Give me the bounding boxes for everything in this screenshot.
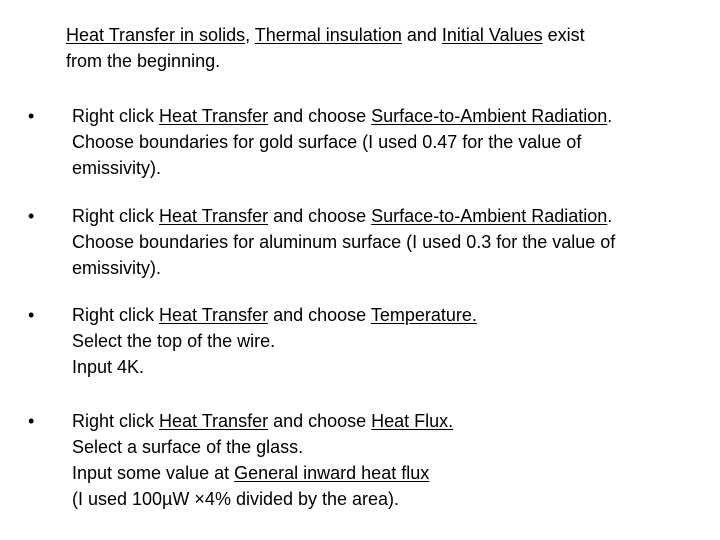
text-segment: Input 4K.: [72, 357, 145, 377]
underlined-term: Surface-to-Ambient Radiation: [371, 106, 608, 126]
text-segment: exist: [542, 25, 585, 45]
bullet-body: Right click Heat Transfer and choose Hea…: [72, 408, 698, 512]
underlined-term: Surface-to-Ambient Radiation: [371, 206, 608, 226]
bullet-line-2: Choose boundaries for aluminum surface (…: [72, 229, 698, 255]
bullet-line-1: Right click Heat Transfer and choose Hea…: [72, 408, 698, 434]
bullet-line-3: emissivity).: [72, 155, 698, 181]
underlined-term: Heat Transfer: [159, 305, 269, 325]
underlined-term: Heat Transfer: [159, 106, 269, 126]
underlined-term: Heat Flux.: [371, 411, 454, 431]
underlined-term: Heat Transfer: [159, 411, 269, 431]
text-segment: and choose: [268, 206, 372, 226]
text-segment: Right click: [72, 206, 160, 226]
underlined-term: Heat Transfer in solids: [66, 25, 246, 45]
intro-paragraph: Heat Transfer in solids, Thermal insulat…: [66, 22, 686, 74]
text-segment: Right click: [72, 305, 160, 325]
text-segment: Choose boundaries for aluminum surface (…: [72, 232, 616, 252]
intro-line-2: from the beginning.: [66, 51, 221, 71]
bullet-line-4: (I used 100µW ×4% divided by the area).: [72, 486, 698, 512]
intro-line-1: Heat Transfer in solids, Thermal insulat…: [66, 22, 686, 48]
bullet-icon: •: [28, 106, 35, 126]
text-segment: Choose boundaries for gold surface (I us…: [72, 132, 582, 152]
text-segment: and choose: [268, 305, 371, 325]
underlined-term: General inward heat flux: [234, 463, 430, 483]
bullet-icon: •: [28, 305, 35, 325]
text-segment: emissivity).: [72, 258, 161, 278]
text-segment: and choose: [268, 106, 372, 126]
text-segment: and: [401, 25, 442, 45]
text-segment: Right click: [72, 411, 160, 431]
bullet-item-surface-radiation-gold: • Right click Heat Transfer and choose S…: [28, 103, 698, 181]
bullet-body: Right click Heat Transfer and choose Sur…: [72, 103, 698, 181]
bullet-icon: •: [28, 206, 35, 226]
text-segment: and choose: [268, 411, 372, 431]
bullet-line-3: Input 4K.: [72, 354, 698, 380]
underlined-term: Thermal insulation: [254, 25, 402, 45]
text-segment: Select the top of the wire.: [72, 331, 276, 351]
bullet-item-surface-radiation-aluminum: • Right click Heat Transfer and choose S…: [28, 203, 698, 281]
text-segment: ,: [245, 25, 255, 45]
underlined-term: Initial Values: [441, 25, 543, 45]
bullet-line-1: Right click Heat Transfer and choose Sur…: [72, 103, 698, 129]
bullet-item-heat-flux: • Right click Heat Transfer and choose H…: [28, 408, 698, 512]
text-segment: .: [607, 106, 613, 126]
bullet-body: Right click Heat Transfer and choose Tem…: [72, 302, 698, 380]
bullet-line-1: Right click Heat Transfer and choose Tem…: [72, 302, 698, 328]
text-segment: Select a surface of the glass.: [72, 437, 304, 457]
bullet-line-2: Select a surface of the glass.: [72, 434, 698, 460]
text-segment: emissivity).: [72, 158, 161, 178]
bullet-line-3: Input some value at General inward heat …: [72, 460, 698, 486]
bullet-item-temperature: • Right click Heat Transfer and choose T…: [28, 302, 698, 380]
bullet-line-1: Right click Heat Transfer and choose Sur…: [72, 203, 698, 229]
text-segment: Right click: [72, 106, 160, 126]
text-segment: (I used 100µW ×4% divided by the area).: [72, 489, 400, 509]
underlined-term: Temperature.: [370, 305, 477, 325]
bullet-line-2: Choose boundaries for gold surface (I us…: [72, 129, 698, 155]
bullet-body: Right click Heat Transfer and choose Sur…: [72, 203, 698, 281]
bullet-icon: •: [28, 411, 35, 431]
bullet-line-3: emissivity).: [72, 255, 698, 281]
bullet-line-2: Select the top of the wire.: [72, 328, 698, 354]
underlined-term: Heat Transfer: [159, 206, 269, 226]
text-segment: .: [607, 206, 613, 226]
text-segment: Input some value at: [72, 463, 235, 483]
